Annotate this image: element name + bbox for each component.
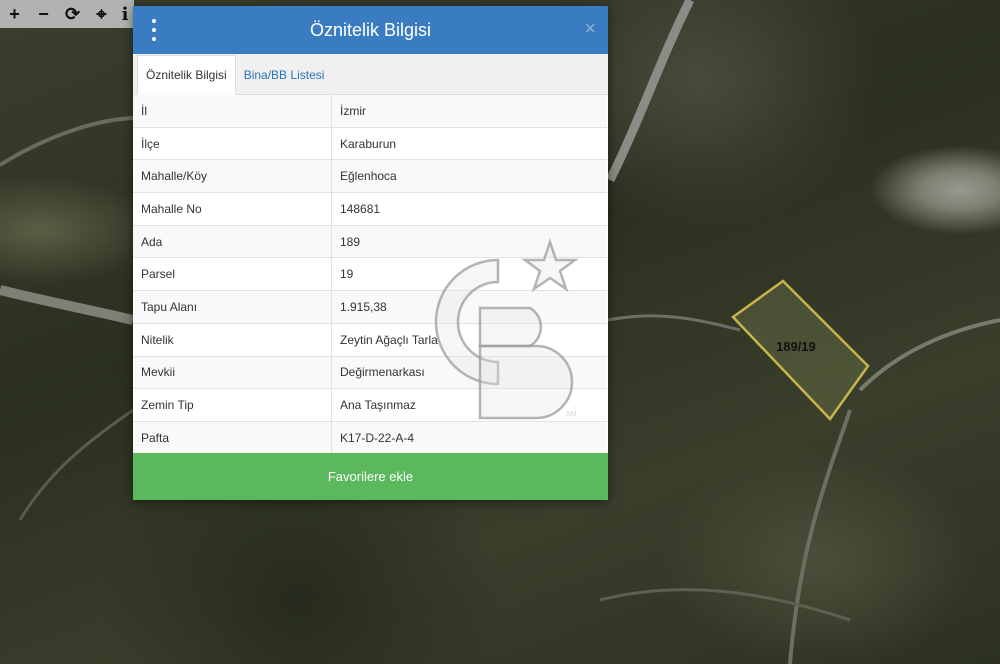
row-key: İlçe — [133, 127, 332, 161]
table-row: Pafta K17-D-22-A-4 — [133, 421, 607, 455]
parcel-label: 189/19 — [776, 339, 816, 354]
info-icon[interactable]: i — [116, 0, 134, 28]
row-key: Ada — [133, 225, 332, 259]
dialog-title: Öznitelik Bilgisi — [309, 19, 432, 40]
zoom-in-icon[interactable]: + — [0, 0, 29, 28]
track — [858, 318, 1000, 392]
table-row: İlçe Karaburun — [133, 127, 607, 161]
row-key: Pafta — [133, 421, 332, 455]
add-to-favorites-button[interactable]: Favorilere ekle — [133, 453, 608, 500]
row-key: İl — [133, 95, 332, 128]
track — [599, 588, 851, 622]
row-value: İzmir — [331, 95, 607, 128]
row-key: Mahalle/Köy — [133, 159, 332, 194]
logo-b-upper — [478, 306, 543, 348]
road — [0, 285, 135, 325]
tab-building-list[interactable]: Bina/BB Listesi — [236, 56, 333, 94]
track — [0, 116, 134, 167]
menu-icon[interactable] — [147, 19, 161, 41]
row-value: Karaburun — [331, 127, 607, 161]
table-row: Mahalle/Köy Eğlenhoca — [133, 159, 607, 194]
row-key: Nitelik — [133, 323, 332, 357]
logo-star — [521, 238, 579, 293]
row-key: Mahalle No — [133, 192, 332, 226]
logo-b-lower — [478, 344, 574, 420]
row-key: Tapu Alanı — [133, 290, 332, 324]
table-row: İl İzmir — [133, 95, 607, 128]
row-value: 148681 — [331, 192, 607, 226]
row-key: Parsel — [133, 257, 332, 292]
watermark-logo: SM — [434, 238, 579, 420]
zoom-out-icon[interactable]: − — [29, 0, 58, 28]
locate-icon[interactable]: ⌖ — [87, 0, 116, 28]
table-row: Mahalle No 148681 — [133, 192, 607, 226]
map-toolbar: + − ⟳ ⌖ i — [0, 0, 134, 28]
refresh-icon[interactable]: ⟳ — [58, 0, 87, 28]
tab-attributes[interactable]: Öznitelik Bilgisi — [137, 55, 236, 95]
row-value: Eğlenhoca — [331, 159, 607, 194]
track — [788, 409, 852, 664]
dialog-tabs: Öznitelik Bilgisi Bina/BB Listesi — [133, 54, 608, 95]
dialog-header: Öznitelik Bilgisi × — [133, 6, 608, 54]
track — [18, 408, 134, 521]
close-icon[interactable]: × — [584, 18, 596, 41]
row-key: Zemin Tip — [133, 388, 332, 422]
road — [605, 0, 695, 183]
row-value: K17-D-22-A-4 — [331, 421, 607, 455]
logo-service-mark: SM — [566, 411, 577, 418]
row-key: Mevkii — [133, 356, 332, 390]
track — [607, 314, 741, 332]
